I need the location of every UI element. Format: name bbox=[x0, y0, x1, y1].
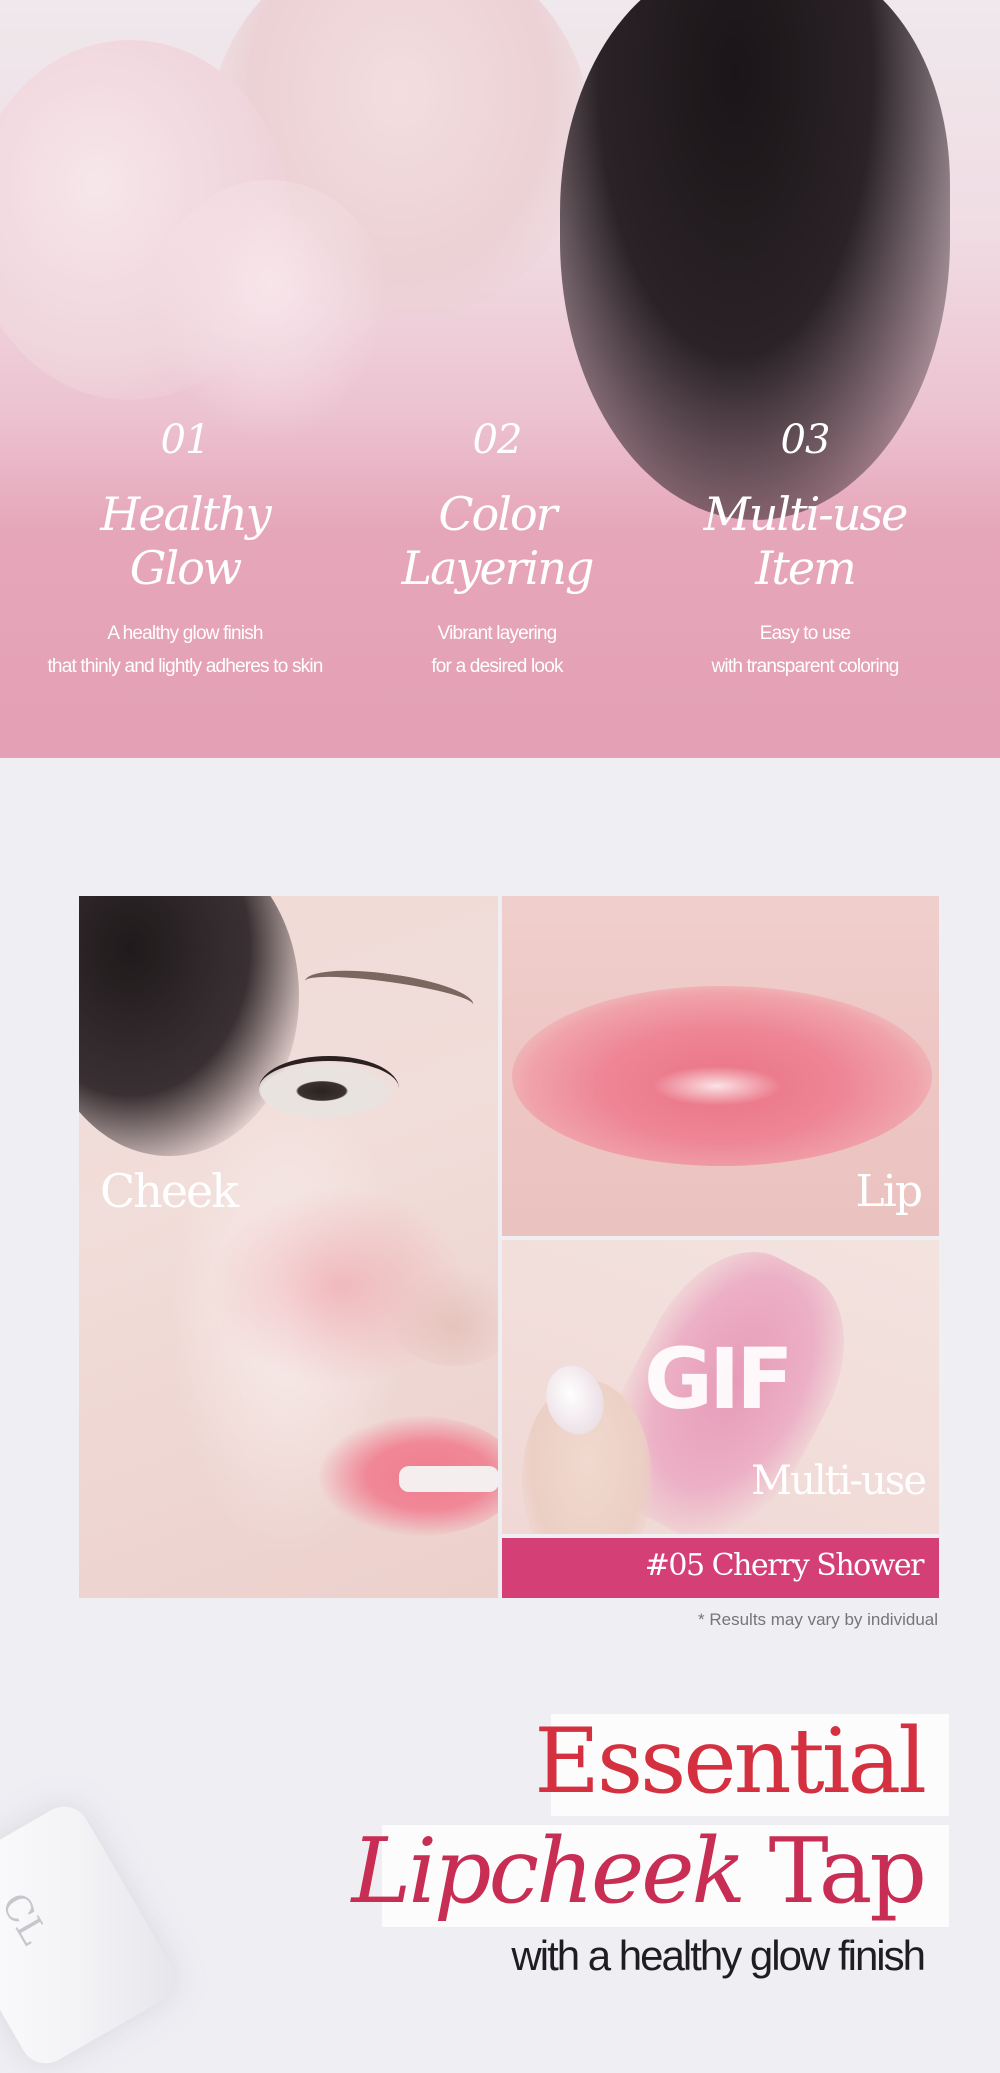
feature-description: Vibrant layering for a desired look bbox=[332, 617, 662, 683]
feature-title-line: Color bbox=[438, 487, 557, 541]
feature-desc-line: with transparent coloring bbox=[711, 656, 900, 677]
model-teeth bbox=[399, 1466, 498, 1492]
headline-rest: Tap bbox=[743, 1819, 927, 1924]
feature-healthy-glow: 01 Healthy Glow A healthy glow finish th… bbox=[20, 415, 350, 683]
feature-title-line: Healthy bbox=[100, 487, 272, 541]
product-compact: CL bbox=[0, 1797, 184, 2073]
shade-name: #05 Cherry Shower bbox=[644, 1548, 925, 1583]
feature-color-layering: 02 Color Layering Vibrant layering for a… bbox=[332, 415, 662, 683]
blouse-ruffle bbox=[150, 180, 390, 440]
feature-description: Easy to use with transparent coloring bbox=[640, 617, 970, 683]
feature-number: 01 bbox=[160, 417, 211, 463]
feature-desc-line: Easy to use bbox=[759, 623, 851, 644]
eyebrow bbox=[302, 962, 476, 1024]
feature-desc-line: A healthy glow finish bbox=[107, 623, 263, 644]
cheek-label: Cheek bbox=[100, 1164, 239, 1218]
feature-title: Multi-use Item bbox=[640, 487, 970, 595]
feature-title-line: Layering bbox=[401, 541, 595, 595]
feature-number: 03 bbox=[780, 417, 831, 463]
lip-label: Lip bbox=[855, 1166, 923, 1217]
feature-multi-use: 03 Multi-use Item Easy to use with trans… bbox=[640, 415, 970, 683]
feature-title-line: Multi-use bbox=[703, 487, 909, 541]
headline-line1: Essential bbox=[534, 1709, 927, 1814]
headline-subtitle: with a healthy glow finish bbox=[511, 1932, 926, 1979]
multi-use-gif: GIF Multi-use bbox=[502, 1240, 939, 1534]
model-eye bbox=[259, 1056, 399, 1121]
model-hair bbox=[79, 896, 299, 1156]
lip-shine bbox=[652, 1066, 782, 1106]
feature-title: Healthy Glow bbox=[20, 487, 350, 595]
multi-use-label: Multi-use bbox=[751, 1458, 927, 1504]
usage-collage: Cheek Lip GIF Multi-use #05 Cherry Showe… bbox=[79, 896, 939, 1598]
feature-desc-line: that thinly and lightly adheres to skin bbox=[47, 656, 323, 677]
product-logo-text: CL bbox=[0, 1886, 55, 1952]
gif-badge: GIF bbox=[644, 1330, 794, 1428]
cheek-photo: Cheek bbox=[79, 896, 498, 1598]
shade-bar: #05 Cherry Shower bbox=[502, 1538, 939, 1598]
feature-banner: 01 Healthy Glow A healthy glow finish th… bbox=[0, 0, 1000, 758]
feature-desc-line: Vibrant layering bbox=[437, 623, 558, 644]
lip-photo: Lip bbox=[502, 896, 939, 1236]
feature-title-line: Glow bbox=[129, 541, 243, 595]
feature-title-line: Item bbox=[755, 541, 857, 595]
feature-number: 02 bbox=[472, 417, 523, 463]
headline-line2: Lipcheek Tap bbox=[351, 1819, 927, 1924]
feature-desc-line: for a desired look bbox=[431, 656, 563, 677]
feature-description: A healthy glow finish that thinly and li… bbox=[20, 617, 350, 683]
feature-title: Color Layering bbox=[332, 487, 662, 595]
results-disclaimer: * Results may vary by individual bbox=[698, 1610, 938, 1629]
headline-italic: Lipcheek bbox=[351, 1819, 746, 1924]
